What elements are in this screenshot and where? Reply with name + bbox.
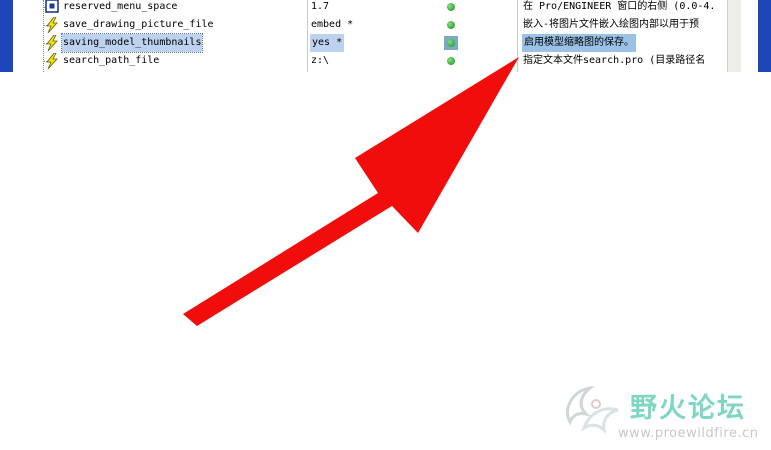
watermark-url: www.proewildfire.cn bbox=[618, 426, 759, 441]
forum-watermark: 野火论坛 www.proewildfire.cn bbox=[560, 382, 765, 446]
watermark-title: 野火论坛 bbox=[630, 393, 746, 424]
